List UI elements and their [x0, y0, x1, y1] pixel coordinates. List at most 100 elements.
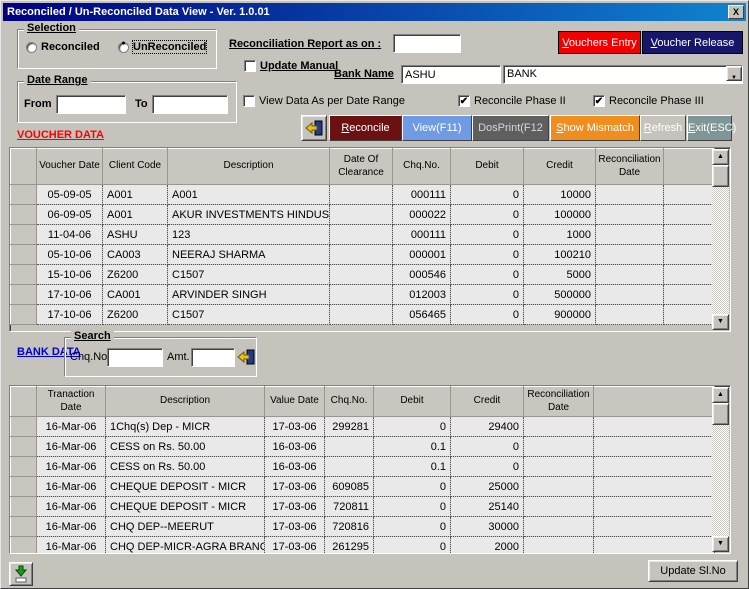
row-selector[interactable]: [11, 477, 37, 497]
cell[interactable]: [594, 497, 715, 517]
cell[interactable]: 0: [451, 265, 524, 285]
cell[interactable]: [330, 185, 393, 205]
column-header[interactable]: Date Of Clearance: [330, 149, 393, 185]
row-selector[interactable]: [11, 265, 37, 285]
cell[interactable]: [524, 497, 594, 517]
column-header[interactable]: Value Date: [265, 387, 325, 417]
cell[interactable]: 0: [451, 225, 524, 245]
row-selector[interactable]: [11, 305, 37, 325]
cell[interactable]: 15-10-06: [37, 265, 103, 285]
table-row[interactable]: 16-Mar-06CHQ DEP-MICR-AGRA BRANC17-03-06…: [11, 537, 715, 555]
cell[interactable]: [596, 205, 664, 225]
cell[interactable]: [664, 185, 715, 205]
cell[interactable]: AKUR INVESTMENTS HINDUST: [168, 205, 330, 225]
table-row[interactable]: 17-10-06Z6200C15070564650900000: [11, 305, 715, 325]
table-row[interactable]: 06-09-05A001AKUR INVESTMENTS HINDUST0000…: [11, 205, 715, 225]
cell[interactable]: 17-03-06: [265, 537, 325, 555]
cell[interactable]: A001: [168, 185, 330, 205]
cell[interactable]: C1507: [168, 305, 330, 325]
cell[interactable]: 16-Mar-06: [37, 417, 106, 437]
table-row[interactable]: 16-Mar-06CHEQUE DEPOSIT - MICR17-03-0660…: [11, 477, 715, 497]
column-header[interactable]: Description: [106, 387, 265, 417]
cell[interactable]: [596, 225, 664, 245]
cell[interactable]: 05-09-05: [37, 185, 103, 205]
cell[interactable]: 900000: [524, 305, 596, 325]
column-header[interactable]: Reconciliation Date: [596, 149, 664, 185]
cell[interactable]: 261295: [325, 537, 374, 555]
cell[interactable]: 16-03-06: [265, 457, 325, 477]
cell[interactable]: 0: [374, 417, 451, 437]
cell[interactable]: [664, 265, 715, 285]
row-selector[interactable]: [11, 537, 37, 555]
cell[interactable]: [596, 245, 664, 265]
column-header[interactable]: Chq.No.: [325, 387, 374, 417]
from-date-input[interactable]: [56, 95, 126, 114]
table-row[interactable]: 17-10-06CA001ARVINDER SINGH0120030500000: [11, 285, 715, 305]
cell[interactable]: CA003: [103, 245, 168, 265]
cell[interactable]: [664, 225, 715, 245]
cell[interactable]: CHEQUE DEPOSIT - MICR: [106, 477, 265, 497]
search-go-button[interactable]: [237, 348, 255, 366]
column-header[interactable]: [664, 149, 715, 185]
view-f11-button[interactable]: View(F11): [402, 115, 472, 141]
reconcile-phase2-checkbox[interactable]: ✔ Reconcile Phase II: [458, 95, 566, 107]
row-selector[interactable]: [11, 245, 37, 265]
cell[interactable]: [596, 305, 664, 325]
cell[interactable]: [664, 305, 715, 325]
cell[interactable]: [664, 205, 715, 225]
cell[interactable]: 17-03-06: [265, 517, 325, 537]
column-header[interactable]: Reconciliation Date: [524, 387, 594, 417]
cell[interactable]: 17-10-06: [37, 305, 103, 325]
cell[interactable]: 0: [374, 517, 451, 537]
update-manual-checkbox[interactable]: Update Manual: [244, 60, 338, 72]
column-header[interactable]: Chq.No.: [393, 149, 451, 185]
cell[interactable]: 0.1: [374, 437, 451, 457]
cell[interactable]: 123: [168, 225, 330, 245]
cell[interactable]: 1Chq(s) Dep - MICR: [106, 417, 265, 437]
combo-dropdown-button[interactable]: ▼: [726, 66, 742, 81]
cell[interactable]: A001: [103, 185, 168, 205]
cell[interactable]: 299281: [325, 417, 374, 437]
cell[interactable]: 16-Mar-06: [37, 457, 106, 477]
cell[interactable]: 0: [374, 497, 451, 517]
scroll-up-button[interactable]: ▲: [712, 387, 729, 403]
cell[interactable]: 2000: [451, 537, 524, 555]
cell[interactable]: [330, 265, 393, 285]
vouchers-entry-button[interactable]: Vouchers Entry: [558, 31, 641, 54]
table-row[interactable]: 16-Mar-06CESS on Rs. 50.0016-03-060.10: [11, 457, 715, 477]
cell[interactable]: 1000: [524, 225, 596, 245]
table-row[interactable]: 16-Mar-06CHQ DEP--MEERUT17-03-0672081603…: [11, 517, 715, 537]
cell[interactable]: 500000: [524, 285, 596, 305]
row-selector[interactable]: [11, 225, 37, 245]
cell[interactable]: ASHU: [103, 225, 168, 245]
cell[interactable]: 100000: [524, 205, 596, 225]
report-ason-input[interactable]: [393, 34, 461, 53]
row-selector[interactable]: [11, 205, 37, 225]
cell[interactable]: [325, 457, 374, 477]
radio-unreconciled[interactable]: ● UnReconciled: [118, 41, 206, 53]
column-header[interactable]: Voucher Date: [37, 149, 103, 185]
cell[interactable]: [594, 457, 715, 477]
scroll-thumb[interactable]: [712, 403, 729, 425]
cell[interactable]: CHQ DEP-MICR-AGRA BRANC: [106, 537, 265, 555]
table-row[interactable]: 16-Mar-06CHEQUE DEPOSIT - MICR17-03-0672…: [11, 497, 715, 517]
cell[interactable]: [594, 517, 715, 537]
cell[interactable]: 0: [374, 537, 451, 555]
table-row[interactable]: 16-Mar-06CESS on Rs. 50.0016-03-060.10: [11, 437, 715, 457]
cell[interactable]: 000546: [393, 265, 451, 285]
cell[interactable]: [664, 285, 715, 305]
row-selector[interactable]: [11, 517, 37, 537]
cell[interactable]: 16-Mar-06: [37, 497, 106, 517]
voucher-release-button[interactable]: Voucher Release: [642, 31, 743, 54]
reconcile-phase3-checkbox[interactable]: ✔ Reconcile Phase III: [593, 95, 704, 107]
back-door-button[interactable]: [301, 115, 327, 141]
row-selector[interactable]: [11, 417, 37, 437]
cell[interactable]: [596, 185, 664, 205]
cell[interactable]: 720811: [325, 497, 374, 517]
cell[interactable]: 0: [374, 477, 451, 497]
row-selector[interactable]: [11, 437, 37, 457]
exit-esc-button[interactable]: Exit(ESC): [687, 115, 732, 141]
cell[interactable]: 29400: [451, 417, 524, 437]
cell[interactable]: [524, 437, 594, 457]
cell[interactable]: 17-03-06: [265, 477, 325, 497]
